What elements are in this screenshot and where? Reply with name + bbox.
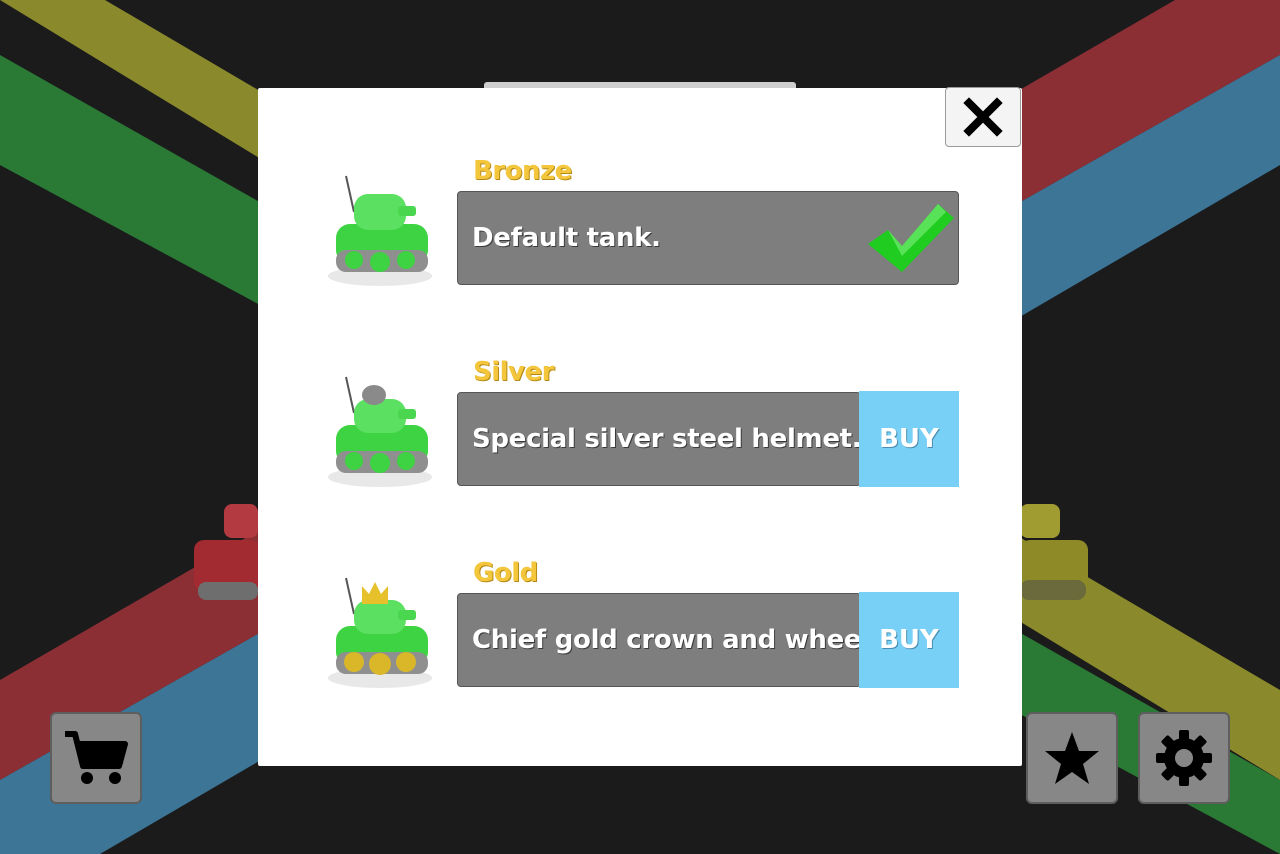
close-x-icon <box>963 97 1003 137</box>
favorites-button[interactable] <box>1026 712 1118 804</box>
tier-title-silver: Silver <box>473 357 554 387</box>
shopping-cart-icon <box>65 731 128 784</box>
green-tank-helmet-icon <box>328 376 432 487</box>
tier-bar-silver: Special silver steel helmet. <box>457 392 862 486</box>
tier-description-gold: Chief gold crown and wheels. <box>472 625 895 655</box>
star-icon <box>1045 732 1099 784</box>
gear-icon <box>1156 730 1212 786</box>
tier-description-bronze: Default tank. <box>472 223 661 253</box>
tier-title-gold: Gold <box>473 558 538 588</box>
shop-button[interactable] <box>50 712 142 804</box>
green-tank-crown-icon <box>328 577 432 688</box>
buy-button-gold[interactable]: BUY <box>859 592 959 688</box>
yellow-tank-background <box>1020 504 1088 600</box>
green-tank-icon <box>328 175 432 286</box>
checkmark-icon <box>868 204 954 272</box>
red-tank-background <box>194 504 262 600</box>
buy-button-silver[interactable]: BUY <box>859 391 959 487</box>
settings-button[interactable] <box>1138 712 1230 804</box>
tier-title-bronze: Bronze <box>473 156 572 186</box>
tier-description-silver: Special silver steel helmet. <box>472 424 862 454</box>
close-button[interactable] <box>945 87 1021 147</box>
tier-bar-gold: Chief gold crown and wheels. <box>457 593 895 687</box>
